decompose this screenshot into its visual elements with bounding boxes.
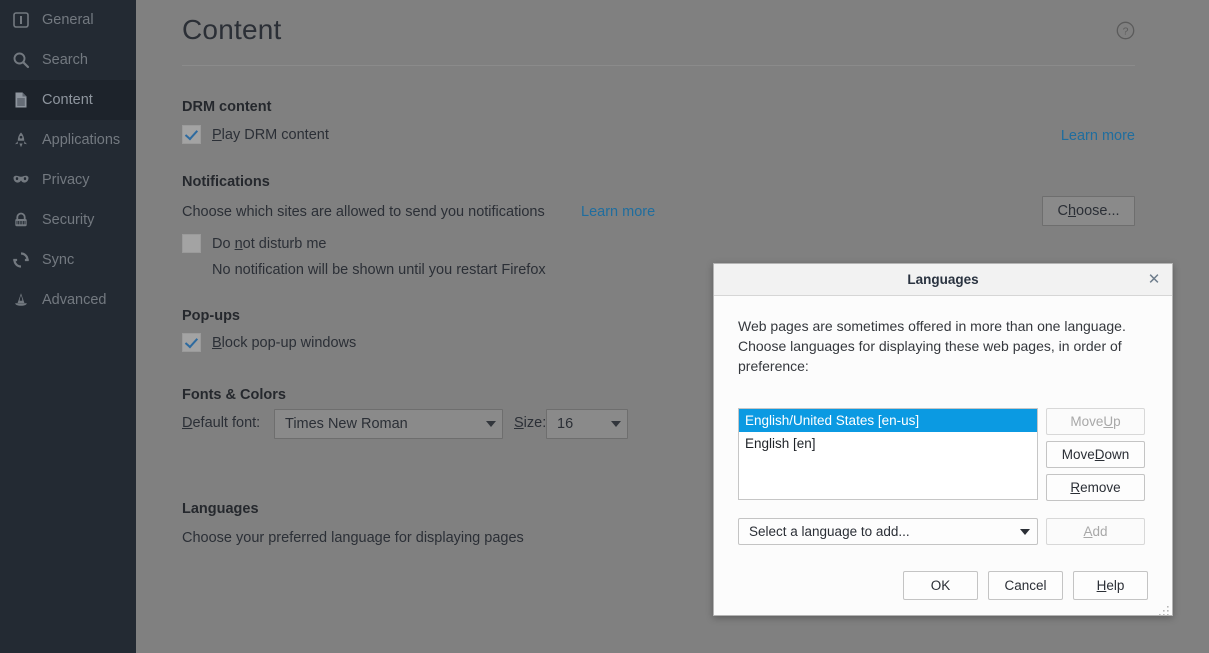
chevron-down-icon	[611, 421, 621, 427]
page-title: Content	[182, 14, 282, 45]
add-language-row: Select a language to add... Add	[738, 518, 1145, 545]
ok-button[interactable]: OK	[903, 571, 978, 600]
sidebar-item-label: Content	[42, 91, 93, 108]
list-item[interactable]: English/United States [en-us]	[739, 409, 1037, 432]
language-select-dropdown[interactable]: Select a language to add...	[738, 518, 1038, 545]
notifications-learn-more-link[interactable]: Learn more	[581, 204, 655, 220]
magnifier-icon	[10, 49, 32, 71]
popups-heading: Pop-ups	[182, 308, 240, 324]
padlock-icon	[10, 209, 32, 231]
languages-dialog: Languages ✕ Web pages are sometimes offe…	[713, 263, 1173, 616]
default-font-label: Default font:	[182, 415, 261, 431]
close-x-icon[interactable]: ✕	[1145, 271, 1163, 289]
sidebar-item-label: Search	[42, 51, 88, 68]
default-font-select[interactable]: Times New Roman	[274, 409, 503, 439]
drm-learn-more-link[interactable]: Learn more	[1061, 128, 1135, 144]
title-divider	[182, 65, 1135, 66]
choose-button[interactable]: Choose...	[1042, 196, 1135, 226]
move-up-button[interactable]: Move Up	[1046, 408, 1145, 435]
block-popups-checkbox[interactable]	[182, 333, 201, 352]
dialog-title: Languages	[907, 272, 979, 287]
question-circle-icon[interactable]: ?	[1116, 21, 1135, 40]
language-list-area: English/United States [en-us] English [e…	[738, 408, 1145, 501]
languages-heading: Languages	[182, 501, 259, 517]
cancel-button[interactable]: Cancel	[988, 571, 1063, 600]
font-size-select[interactable]: 16	[546, 409, 628, 439]
font-size-label: Size:	[514, 415, 547, 431]
mask-icon	[10, 169, 32, 191]
chevron-down-icon	[486, 421, 496, 427]
do-not-disturb-label: Do not disturb me	[212, 235, 327, 252]
notifications-description: Choose which sites are allowed to send y…	[182, 204, 545, 220]
font-size-value: 16	[557, 416, 574, 432]
sidebar-item-label: Sync	[42, 251, 75, 268]
language-listbox[interactable]: English/United States [en-us] English [e…	[738, 408, 1038, 500]
document-icon	[10, 89, 32, 111]
do-not-disturb-checkbox[interactable]	[182, 234, 201, 253]
list-action-buttons: Move Up Move Down Remove	[1046, 408, 1145, 501]
do-not-disturb-note: No notification will be shown until you …	[212, 262, 546, 278]
sidebar-item-privacy[interactable]: Privacy	[0, 160, 136, 200]
notifications-heading: Notifications	[182, 174, 270, 190]
dialog-body: Web pages are sometimes offered in more …	[714, 296, 1172, 616]
sidebar-item-label: Applications	[42, 131, 121, 148]
play-drm-content-label: PPlay DRM contentlay DRM content	[212, 126, 329, 143]
sidebar-item-security[interactable]: Security	[0, 200, 136, 240]
list-item[interactable]: English [en]	[739, 432, 1037, 455]
sidebar-item-sync[interactable]: Sync	[0, 240, 136, 280]
svg-text:?: ?	[1123, 26, 1129, 38]
sidebar-item-search[interactable]: Search	[0, 40, 136, 80]
refresh-icon	[10, 249, 32, 271]
play-drm-content-row[interactable]: PPlay DRM contentlay DRM content	[182, 125, 329, 144]
chevron-down-icon	[1020, 528, 1030, 535]
dialog-titlebar: Languages ✕	[714, 264, 1172, 296]
block-popups-row[interactable]: Block pop-up windows	[182, 333, 356, 352]
help-button[interactable]: Help	[1073, 571, 1148, 600]
language-select-value: Select a language to add...	[749, 524, 910, 539]
wizard-hat-icon	[10, 289, 32, 311]
dialog-description: Web pages are sometimes offered in more …	[738, 318, 1126, 374]
remove-button[interactable]: Remove	[1046, 474, 1145, 501]
fonts-colors-heading: Fonts & Colors	[182, 387, 286, 403]
rocket-icon	[10, 129, 32, 151]
choose-button-label: Choose...	[1057, 203, 1120, 219]
sidebar: General Search Content Applications Priv…	[0, 0, 136, 653]
sidebar-item-applications[interactable]: Applications	[0, 120, 136, 160]
move-down-button[interactable]: Move Down	[1046, 441, 1145, 468]
do-not-disturb-row[interactable]: Do not disturb me	[182, 234, 326, 253]
sidebar-item-advanced[interactable]: Advanced	[0, 280, 136, 320]
sidebar-item-label: Security	[42, 211, 95, 228]
dialog-footer: OK Cancel Help	[714, 571, 1172, 600]
sidebar-item-general[interactable]: General	[0, 0, 136, 40]
default-font-value: Times New Roman	[285, 416, 408, 432]
add-button[interactable]: Add	[1046, 518, 1145, 545]
sidebar-item-label: Privacy	[42, 171, 90, 188]
block-popups-label: Block pop-up windows	[212, 334, 357, 351]
sidebar-item-content[interactable]: Content	[0, 80, 136, 120]
resize-grip[interactable]	[1159, 603, 1169, 616]
sidebar-item-label: General	[42, 11, 94, 28]
languages-description: Choose your preferred language for displ…	[182, 530, 524, 546]
play-drm-content-checkbox[interactable]	[182, 125, 201, 144]
sidebar-item-label: Advanced	[42, 291, 107, 308]
sliders-panel-icon	[10, 9, 32, 31]
drm-heading: DRM content	[182, 99, 272, 115]
